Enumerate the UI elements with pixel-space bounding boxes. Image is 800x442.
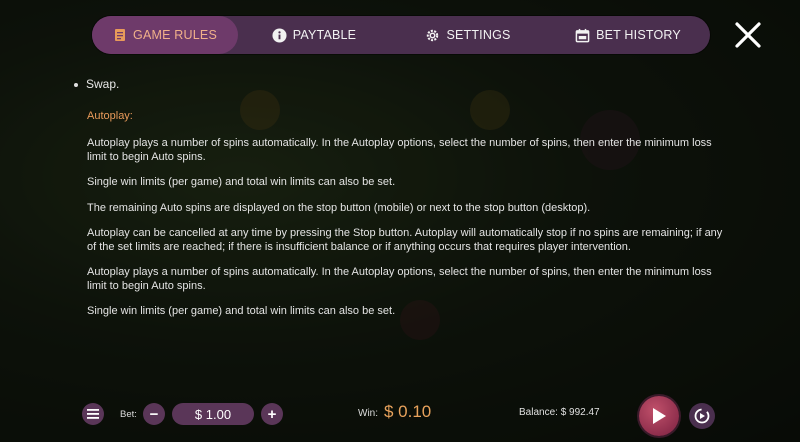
plus-icon: +: [267, 405, 277, 423]
tab-label: SETTINGS: [446, 28, 511, 42]
bet-value: $ 1.00: [172, 403, 254, 425]
section-title: Autoplay:: [87, 109, 133, 122]
bet-decrease-button[interactable]: −: [143, 403, 165, 425]
bet-increase-button[interactable]: +: [261, 403, 283, 425]
tab-paytable[interactable]: PAYTABLE: [238, 16, 390, 54]
rules-paragraph: The remaining Auto spins are displayed o…: [87, 201, 591, 214]
rules-paragraph: Autoplay can be cancelled at any time by…: [87, 227, 723, 253]
gear-icon: [425, 28, 440, 43]
calendar-icon: [575, 28, 590, 43]
rules-paragraph: Single win limits (per game) and total w…: [87, 176, 396, 188]
balance-display: Balance: $ 992.47: [519, 407, 600, 418]
rules-paragraph: Autoplay plays a number of spins automat…: [87, 137, 712, 163]
rules-paragraph: Autoplay plays a number of spins automat…: [87, 266, 712, 292]
close-icon: [735, 22, 761, 48]
rules-paragraph: Single win limits (per game) and total w…: [87, 305, 396, 317]
play-icon: [653, 408, 666, 424]
tab-game-rules[interactable]: GAME RULES: [92, 16, 238, 54]
hamburger-icon: [87, 409, 99, 419]
list-item-text: Swap.: [86, 77, 120, 91]
menu-button[interactable]: [82, 403, 104, 425]
autoplay-icon: [694, 408, 710, 424]
rules-tab-bar: GAME RULES PAYTABLE SETTINGS BET HISTORY: [92, 16, 710, 54]
autoplay-button[interactable]: [689, 403, 715, 429]
tab-label: BET HISTORY: [596, 28, 681, 42]
rules-content: Swap. Autoplay: Autoplay plays a number …: [72, 77, 732, 331]
tab-label: PAYTABLE: [292, 28, 357, 42]
bullet-dot: [74, 82, 78, 87]
close-button[interactable]: [733, 20, 763, 50]
win-label: Win:: [358, 408, 378, 419]
bet-label: Bet:: [120, 409, 137, 420]
tab-label: GAME RULES: [133, 28, 217, 42]
minus-icon: −: [149, 405, 159, 423]
spin-button[interactable]: [639, 396, 679, 436]
tab-settings[interactable]: SETTINGS: [390, 16, 546, 54]
info-icon: [272, 27, 287, 43]
win-value: $ 0.10: [384, 402, 432, 421]
document-icon: [113, 28, 127, 42]
list-item: Swap.: [72, 77, 732, 92]
tab-bet-history[interactable]: BET HISTORY: [546, 16, 710, 54]
